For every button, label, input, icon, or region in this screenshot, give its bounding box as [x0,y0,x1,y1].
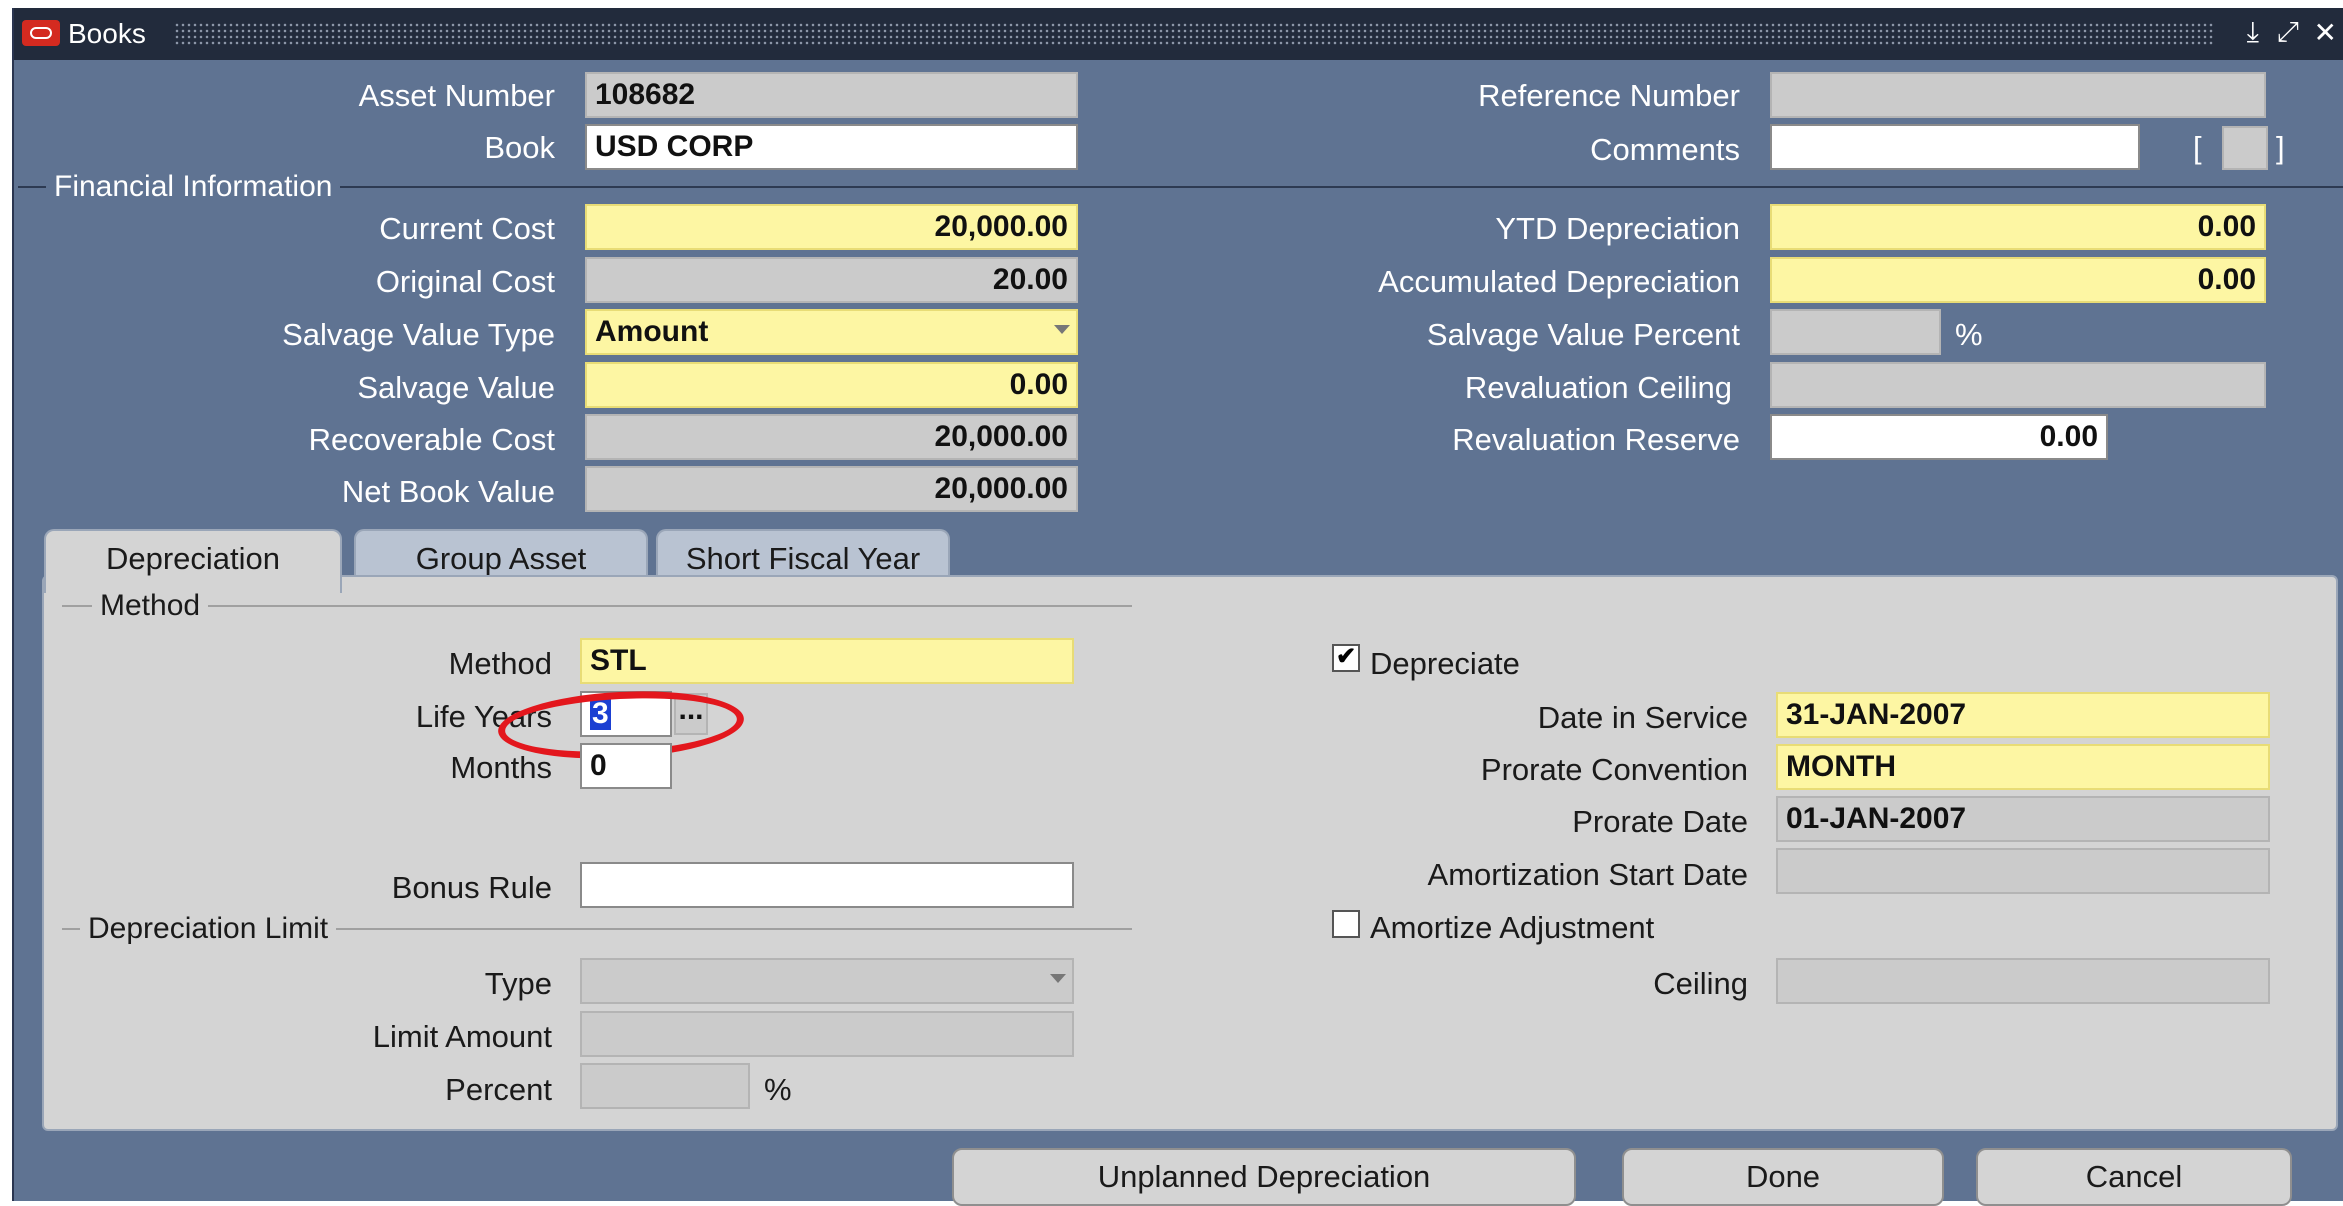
descriptive-flexfield-button[interactable] [2222,126,2268,170]
original-cost-label: Original Cost [375,264,555,299]
revaluation-reserve-field[interactable]: 0.00 [1770,414,2108,460]
net-book-value-field[interactable]: 20,000.00 [585,466,1078,512]
salvage-value-percent-field[interactable] [1770,309,1941,355]
bonus-rule-label: Bonus Rule [391,870,552,905]
bracket-left: [ [2193,130,2202,165]
asset-number-label: Asset Number [358,78,555,113]
current-cost-label: Current Cost [379,211,555,246]
date-in-service-field[interactable]: 31-JAN-2007 [1776,692,2270,738]
financial-section-divider [18,186,2343,188]
limit-percent-sign: % [764,1072,792,1107]
current-cost-field[interactable]: 20,000.00 [585,204,1078,250]
reference-number-field[interactable] [1770,72,2266,118]
original-cost-field[interactable]: 20.00 [585,257,1078,303]
chevron-down-icon[interactable] [1054,325,1070,334]
net-book-value-label: Net Book Value [341,474,555,509]
amortize-adjustment-checkbox[interactable] [1332,910,1360,938]
revaluation-ceiling-field[interactable] [1770,362,2266,408]
salvage-value-type-value: Amount [595,315,709,348]
recoverable-cost-label: Recoverable Cost [308,422,555,457]
bracket-right: ] [2276,130,2285,165]
ytd-depreciation-field[interactable]: 0.00 [1770,204,2266,250]
book-label: Book [484,130,555,165]
method-label: Method [448,646,552,681]
salvage-value-type-label: Salvage Value Type [282,317,555,352]
amortization-start-date-field[interactable] [1776,848,2270,894]
title-bar: Books ⤓ ⤢ ✕ [14,8,2343,60]
tab-depreciation[interactable]: Depreciation [44,529,342,593]
limit-amount-label: Limit Amount [372,1019,552,1054]
salvage-value-label: Salvage Value [357,370,555,405]
months-label: Months [450,750,552,785]
method-field[interactable]: STL [580,638,1074,684]
amortize-adjustment-label: Amortize Adjustment [1370,910,1655,945]
oracle-logo-icon [22,20,60,46]
accumulated-depreciation-field[interactable]: 0.00 [1770,257,2266,303]
method-section-title: Method [92,589,209,623]
percent-label: Percent [445,1072,552,1107]
limit-amount-field[interactable] [580,1011,1074,1057]
depreciate-checkbox[interactable]: ✔ [1332,644,1360,672]
reference-number-label: Reference Number [1478,78,1740,113]
ytd-depreciation-label: YTD Depreciation [1495,211,1740,246]
ceiling-field[interactable] [1776,958,2270,1004]
comments-field[interactable] [1770,124,2140,170]
minimize-icon[interactable]: ⤓ [2247,16,2259,49]
window-title: Books [68,18,146,49]
chevron-down-icon[interactable] [1050,974,1066,983]
close-icon[interactable]: ✕ [2314,16,2337,49]
percent-sign: % [1955,317,1983,352]
date-in-service-label: Date in Service [1537,700,1748,735]
financial-section-title: Financial Information [46,170,341,204]
prorate-date-field[interactable]: 01-JAN-2007 [1776,796,2270,842]
book-field[interactable]: USD CORP [585,124,1078,170]
ceiling-label: Ceiling [1653,966,1748,1001]
limit-section-title: Depreciation Limit [80,912,337,946]
asset-number-field[interactable]: 108682 [585,72,1078,118]
bonus-rule-field[interactable] [580,862,1074,908]
cancel-button[interactable]: Cancel [1976,1148,2292,1206]
unplanned-depreciation-button[interactable]: Unplanned Depreciation [952,1148,1576,1206]
revaluation-ceiling-label: Revaluation Ceiling [1464,370,1732,405]
method-section-divider [62,605,1132,607]
comments-label: Comments [1590,132,1740,167]
amortization-start-date-label: Amortization Start Date [1427,857,1748,892]
salvage-value-percent-label: Salvage Value Percent [1426,317,1740,352]
prorate-convention-label: Prorate Convention [1480,752,1748,787]
done-button[interactable]: Done [1622,1148,1944,1206]
prorate-convention-field[interactable]: MONTH [1776,744,2270,790]
salvage-value-field[interactable]: 0.00 [585,362,1078,408]
maximize-icon[interactable]: ⤢ [2277,16,2299,49]
accumulated-depreciation-label: Accumulated Depreciation [1378,264,1740,299]
type-label: Type [484,966,552,1001]
revaluation-reserve-label: Revaluation Reserve [1452,422,1740,457]
title-bar-grip[interactable] [174,22,2215,46]
recoverable-cost-field[interactable]: 20,000.00 [585,414,1078,460]
type-select[interactable] [580,958,1074,1004]
salvage-value-type-select[interactable]: Amount [585,309,1078,355]
depreciate-label: Depreciate [1370,646,1520,681]
percent-field[interactable] [580,1063,750,1109]
months-field[interactable]: 0 [580,743,672,789]
prorate-date-label: Prorate Date [1572,804,1748,839]
